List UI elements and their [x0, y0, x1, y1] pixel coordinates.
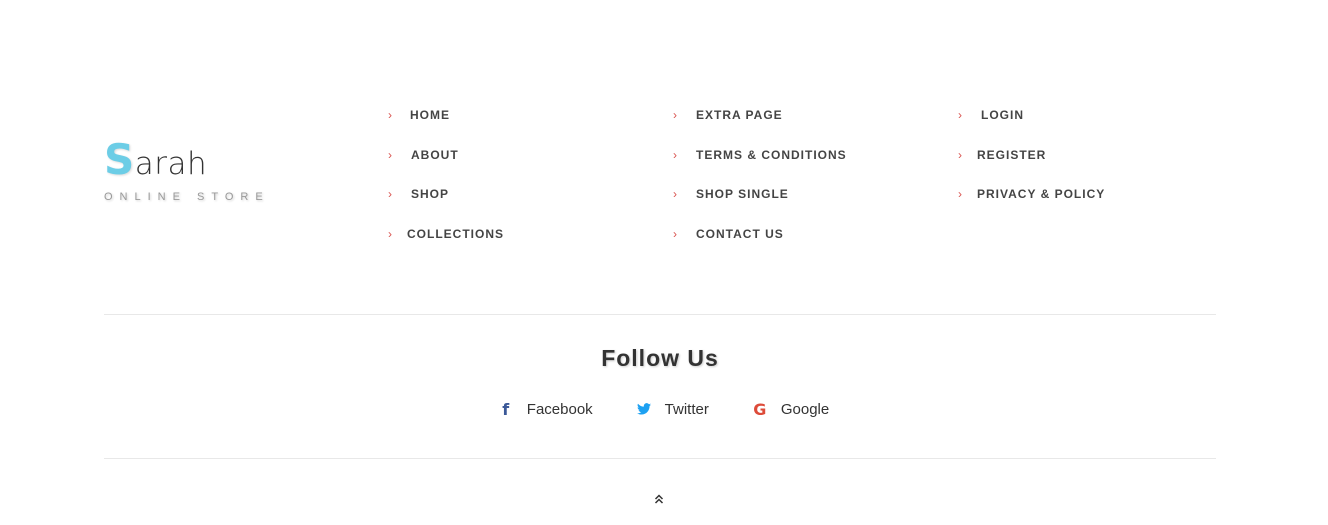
footer-link-label[interactable]: HOME — [410, 108, 450, 123]
chevron-right-icon: › — [673, 148, 677, 162]
google-link[interactable]: G Google — [753, 399, 830, 419]
chevron-right-icon: › — [958, 148, 962, 162]
chevron-right-icon: › — [388, 187, 392, 201]
google-label: Google — [780, 400, 830, 418]
follow-us-heading: Follow Us — [601, 345, 719, 371]
footer-link-label[interactable]: PRIVACY & POLICY — [977, 187, 1105, 202]
google-icon: G — [753, 399, 767, 419]
footer-link-privacy[interactable]: › PRIVACY & POLICY — [958, 187, 1105, 227]
logo-name: arah — [134, 146, 208, 182]
footer-link-login[interactable]: › LOGIN — [958, 108, 1105, 148]
footer-links-col-3: › LOGIN › REGISTER › PRIVACY & POLICY — [958, 108, 1105, 227]
facebook-label: Facebook — [526, 400, 593, 418]
footer-link-label[interactable]: TERMS & CONDITIONS — [696, 148, 847, 163]
footer-link-collections[interactable]: › COLLECTIONS — [388, 227, 504, 267]
logo-subtitle: ONLINE STORE — [104, 191, 270, 204]
footer-link-label[interactable]: COLLECTIONS — [407, 227, 504, 242]
footer-links-col-1: › HOME › ABOUT › SHOP › COLLECTIONS — [388, 108, 504, 267]
footer-link-terms[interactable]: › TERMS & CONDITIONS — [673, 148, 847, 187]
footer-link-contact-us[interactable]: › CONTACT US — [673, 227, 847, 267]
footer-link-about[interactable]: › ABOUT — [388, 148, 504, 187]
footer-link-register[interactable]: › REGISTER — [958, 148, 1105, 187]
chevron-right-icon: › — [673, 108, 677, 122]
chevron-right-icon: › — [388, 108, 392, 122]
footer-link-label[interactable]: REGISTER — [977, 148, 1046, 163]
divider — [104, 314, 1216, 315]
twitter-icon — [636, 400, 651, 418]
footer-link-label[interactable]: ABOUT — [411, 148, 459, 163]
footer-link-extra-page[interactable]: › EXTRA PAGE — [673, 108, 847, 148]
divider — [104, 458, 1216, 459]
footer-link-label[interactable]: SHOP SINGLE — [696, 187, 789, 202]
footer-link-label[interactable]: SHOP — [411, 187, 449, 202]
chevron-right-icon: › — [673, 187, 677, 201]
logo-title: Sarah — [104, 135, 270, 185]
double-chevron-up-icon[interactable] — [652, 492, 666, 506]
facebook-icon: f — [502, 399, 510, 419]
footer-link-home[interactable]: › HOME — [388, 108, 504, 148]
twitter-link[interactable]: Twitter — [636, 400, 709, 418]
chevron-right-icon: › — [388, 148, 392, 162]
chevron-right-icon: › — [958, 187, 962, 201]
footer-link-shop[interactable]: › SHOP — [388, 187, 504, 227]
chevron-right-icon: › — [958, 108, 962, 122]
chevron-right-icon: › — [673, 227, 677, 241]
chevron-right-icon: › — [388, 227, 392, 241]
logo-initial: S — [104, 135, 135, 184]
social-links: f Facebook Twitter G Google — [0, 399, 1328, 419]
footer-link-label[interactable]: CONTACT US — [696, 227, 784, 242]
footer-link-shop-single[interactable]: › SHOP SINGLE — [673, 187, 847, 227]
footer: Sarah ONLINE STORE › HOME › ABOUT › SHOP… — [0, 0, 1328, 525]
logo[interactable]: Sarah ONLINE STORE — [104, 135, 270, 203]
footer-link-label[interactable]: LOGIN — [981, 108, 1024, 123]
twitter-label: Twitter — [664, 400, 709, 418]
footer-links-col-2: › EXTRA PAGE › TERMS & CONDITIONS › SHOP… — [673, 108, 847, 267]
facebook-link[interactable]: f Facebook — [499, 399, 593, 419]
footer-link-label[interactable]: EXTRA PAGE — [696, 108, 783, 123]
